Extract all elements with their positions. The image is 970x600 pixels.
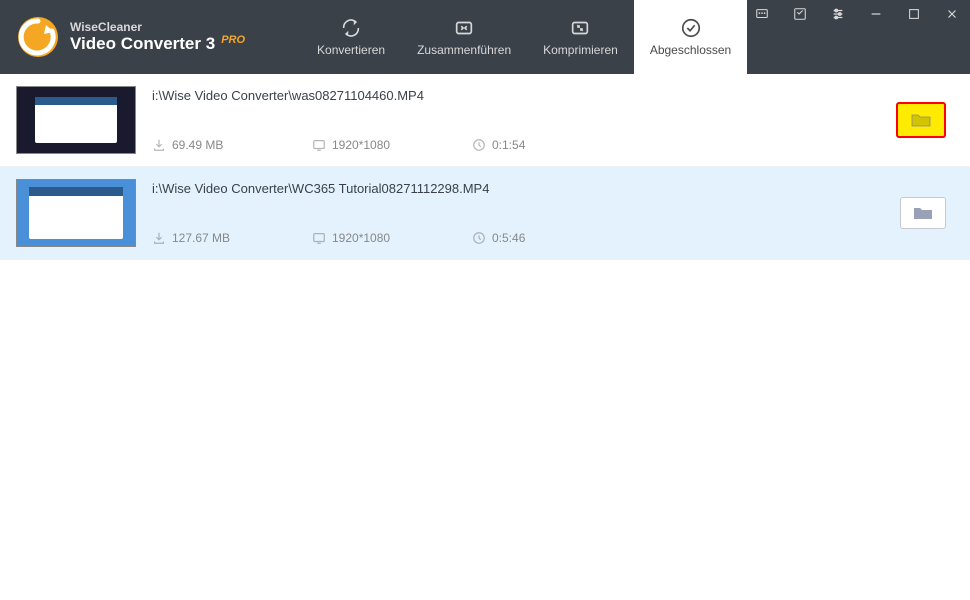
tab-merge[interactable]: Zusammenführen (401, 0, 527, 74)
screen-icon (312, 231, 326, 245)
tasks-button[interactable] (788, 2, 812, 26)
file-path: i:\Wise Video Converter\was08271104460.M… (152, 88, 880, 103)
settings-button[interactable] (826, 2, 850, 26)
refresh-icon (340, 17, 362, 39)
tab-label: Komprimieren (543, 43, 618, 57)
file-row[interactable]: i:\Wise Video Converter\was08271104460.M… (0, 74, 970, 167)
file-size: 69.49 MB (152, 138, 292, 152)
close-button[interactable] (940, 2, 964, 26)
folder-icon (911, 112, 931, 128)
check-circle-icon (680, 17, 702, 39)
brand-name: WiseCleaner (70, 20, 245, 34)
tab-convert[interactable]: Konvertieren (301, 0, 401, 74)
download-icon (152, 138, 166, 152)
product-name: Video Converter 3PRO (70, 34, 245, 54)
open-folder-button[interactable] (900, 197, 946, 229)
file-resolution: 1920*1080 (312, 138, 452, 152)
download-icon (152, 231, 166, 245)
tab-label: Abgeschlossen (650, 43, 731, 57)
pro-badge: PRO (221, 34, 245, 46)
file-duration: 0:1:54 (472, 138, 612, 152)
video-thumbnail (16, 179, 136, 247)
tab-compress[interactable]: Komprimieren (527, 0, 634, 74)
clock-icon (472, 231, 486, 245)
file-meta: 127.67 MB 1920*1080 0:5:46 (152, 231, 884, 245)
logo-section: WiseCleaner Video Converter 3PRO (0, 0, 261, 74)
folder-icon (913, 205, 933, 221)
main-tabs: Konvertieren Zusammenführen Komprimier (301, 0, 747, 74)
app-header: WiseCleaner Video Converter 3PRO Konvert… (0, 0, 970, 74)
clock-icon (472, 138, 486, 152)
file-duration: 0:5:46 (472, 231, 612, 245)
file-info: i:\Wise Video Converter\WC365 Tutorial08… (152, 179, 884, 247)
tab-completed[interactable]: Abgeschlossen (634, 0, 747, 74)
feedback-button[interactable] (750, 2, 774, 26)
open-folder-button[interactable] (896, 102, 946, 138)
tab-label: Zusammenführen (417, 43, 511, 57)
video-thumbnail (16, 86, 136, 154)
maximize-button[interactable] (902, 2, 926, 26)
completed-list: i:\Wise Video Converter\was08271104460.M… (0, 74, 970, 260)
compress-icon (569, 17, 591, 39)
screen-icon (312, 138, 326, 152)
merge-icon (453, 17, 475, 39)
window-controls (750, 2, 964, 26)
file-size: 127.67 MB (152, 231, 292, 245)
tab-label: Konvertieren (317, 43, 385, 57)
app-logo-icon (16, 15, 60, 59)
app-title: WiseCleaner Video Converter 3PRO (70, 20, 245, 55)
file-meta: 69.49 MB 1920*1080 0:1:54 (152, 138, 880, 152)
file-info: i:\Wise Video Converter\was08271104460.M… (152, 86, 880, 154)
file-resolution: 1920*1080 (312, 231, 452, 245)
file-path: i:\Wise Video Converter\WC365 Tutorial08… (152, 181, 884, 196)
minimize-button[interactable] (864, 2, 888, 26)
file-row[interactable]: i:\Wise Video Converter\WC365 Tutorial08… (0, 167, 970, 260)
